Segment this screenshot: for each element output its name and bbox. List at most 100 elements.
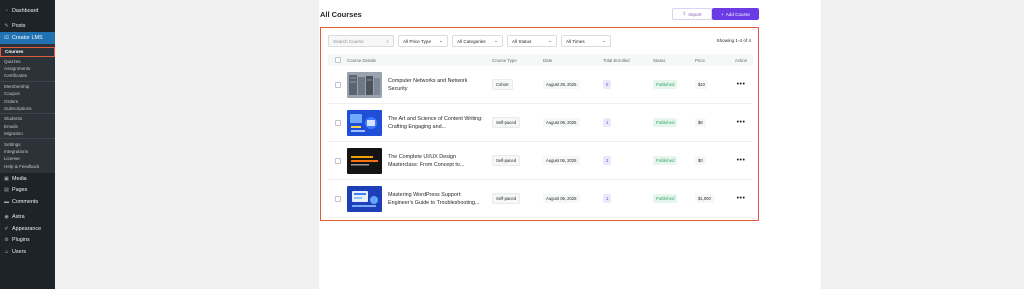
results-count: Showing 1-4 of 4 [716,38,751,43]
course-date: August 06, 2025 [543,118,580,127]
status-select[interactable]: All Status ⌄ [507,35,557,47]
submenu-assignments[interactable]: Assignments [0,65,55,72]
status-badge: Published [653,156,678,165]
header-action: Action [734,57,748,63]
add-course-button[interactable]: + Add Course [712,8,759,20]
submenu-subscriptions[interactable]: Subscriptions [0,105,55,112]
row-checkbox[interactable] [334,119,341,126]
course-thumbnail[interactable] [347,185,382,212]
chevron-down-icon: ⌄ [602,38,606,43]
more-actions-icon[interactable]: ••• [737,119,746,126]
select-all-checkbox[interactable] [334,57,341,63]
course-thumbnail[interactable] [347,147,382,174]
course-type-badge: Cohort [492,79,513,90]
appearance-icon: ✐ [4,225,9,232]
pin-icon: ✎ [4,23,9,30]
course-price: $8 [695,118,706,127]
times-select[interactable]: All Times ⌄ [561,35,611,47]
course-date: August 06, 2025 [543,194,580,203]
submenu-help-feedback[interactable]: Help & Feedback [0,163,55,170]
submenu-migration[interactable]: Migration [0,130,55,137]
more-actions-icon[interactable]: ••• [737,81,746,88]
creator-lms-submenu: Courses Quizzes Assignments Certificates… [0,43,55,173]
import-icon: ⇪ [682,11,687,16]
categories-select[interactable]: All Categories ⌄ [452,35,503,47]
row-checkbox[interactable] [334,195,341,202]
submenu-coupon[interactable]: Coupon [0,90,55,97]
course-price: $1,000 [695,194,714,203]
row-checkbox[interactable] [334,81,341,88]
sidebar-item-users[interactable]: ☺ Users [0,246,55,258]
header-enrolled: Total Enrolled [603,57,630,63]
submenu-settings[interactable]: Settings [0,140,55,147]
table-row[interactable]: Mastering WordPress Support: Engineer's … [328,180,753,218]
courses-panel: Search Course ⌕ All Price Type ⌄ All Cat… [320,27,759,221]
chevron-down-icon: ⌄ [548,38,552,43]
course-title[interactable]: The Complete UI/UX Design Masterclass: F… [388,153,484,169]
header-date: Date [543,57,553,63]
submenu-certificates[interactable]: Certificates [0,72,55,79]
header-course: Course Details [347,57,376,63]
pages-icon: ▤ [4,187,9,194]
media-icon: ▣ [4,175,9,182]
sidebar-item-plugins[interactable]: ⚙ Plugins [0,234,55,246]
page-title: All Courses [320,10,362,19]
course-title[interactable]: Computer Networks and Network Security [388,77,484,93]
lms-icon: ☑ [4,34,9,41]
table-row[interactable]: The Complete UI/UX Design Masterclass: F… [328,142,753,180]
header-status: Status [653,57,666,63]
table-header: Course Details Course Type Date Total En… [328,54,753,66]
submenu-quizzes[interactable]: Quizzes [0,58,55,65]
sidebar-item-appearance[interactable]: ✐ Appearance [0,223,55,235]
users-icon: ☺ [3,248,10,255]
enrolled-count: 1 [603,118,612,127]
search-icon: ⌕ [386,38,389,44]
submenu-students[interactable]: Students [0,115,55,122]
sidebar-item-creator-lms[interactable]: ☑ Creator LMS [0,32,55,44]
course-thumbnail[interactable] [347,71,382,98]
submenu-orders[interactable]: Orders [0,97,55,104]
submenu-integrations[interactable]: Integrations [0,148,55,155]
submenu-divider [0,80,55,82]
course-thumbnail[interactable] [347,109,382,136]
status-badge: Published [653,80,678,89]
sidebar-item-comments[interactable]: ▬ Comments [0,196,55,208]
comments-icon: ▬ [4,198,9,205]
courses-table: Course Details Course Type Date Total En… [328,54,753,218]
more-actions-icon[interactable]: ••• [737,195,746,202]
sidebar-item-dashboard[interactable]: ◔ Dashboard [0,5,55,17]
row-checkbox[interactable] [334,157,341,164]
astra-icon: ◉ [4,214,9,221]
sidebar-item-media[interactable]: ▣ Media [0,173,55,185]
table-row[interactable]: The Art and Science of Content Writing: … [328,104,753,142]
submenu-divider [0,138,55,140]
plugins-icon: ⚙ [4,237,9,244]
table-row[interactable]: Computer Networks and Network Security C… [328,66,753,104]
course-type-badge: Self-paced [492,193,521,204]
submenu-license[interactable]: License [0,155,55,162]
submenu-membership[interactable]: Membership [0,83,55,90]
status-badge: Published [653,194,678,203]
admin-sidebar: ◔ Dashboard ✎ Posts ☑ Creator LMS Course… [0,0,55,289]
submenu-divider [0,113,55,115]
price-type-select[interactable]: All Price Type ⌄ [398,35,448,47]
chevron-down-icon: ⌄ [439,38,443,43]
more-actions-icon[interactable]: ••• [737,157,746,164]
sidebar-item-astra[interactable]: ◉ Astra [0,211,55,223]
enrolled-count: 2 [603,156,612,165]
sidebar-item-posts[interactable]: ✎ Posts [0,21,55,33]
filter-bar: Search Course ⌕ All Price Type ⌄ All Cat… [328,35,611,47]
header-type: Course Type [492,57,517,63]
sidebar-item-pages[interactable]: ▤ Pages [0,184,55,196]
course-price: $0 [695,156,706,165]
import-button[interactable]: ⇪ Import [672,8,712,20]
course-price: $10 [695,80,708,89]
submenu-emails[interactable]: Emails [0,123,55,130]
course-type-badge: Self-paced [492,155,521,166]
course-title[interactable]: Mastering WordPress Support: Engineer's … [388,191,484,207]
course-date: August 06, 2025 [543,156,580,165]
course-date: August 29, 2025 [543,80,580,89]
course-title[interactable]: The Art and Science of Content Writing: … [388,115,484,131]
submenu-courses[interactable]: Courses [0,46,55,57]
search-input[interactable]: Search Course ⌕ [328,35,394,47]
